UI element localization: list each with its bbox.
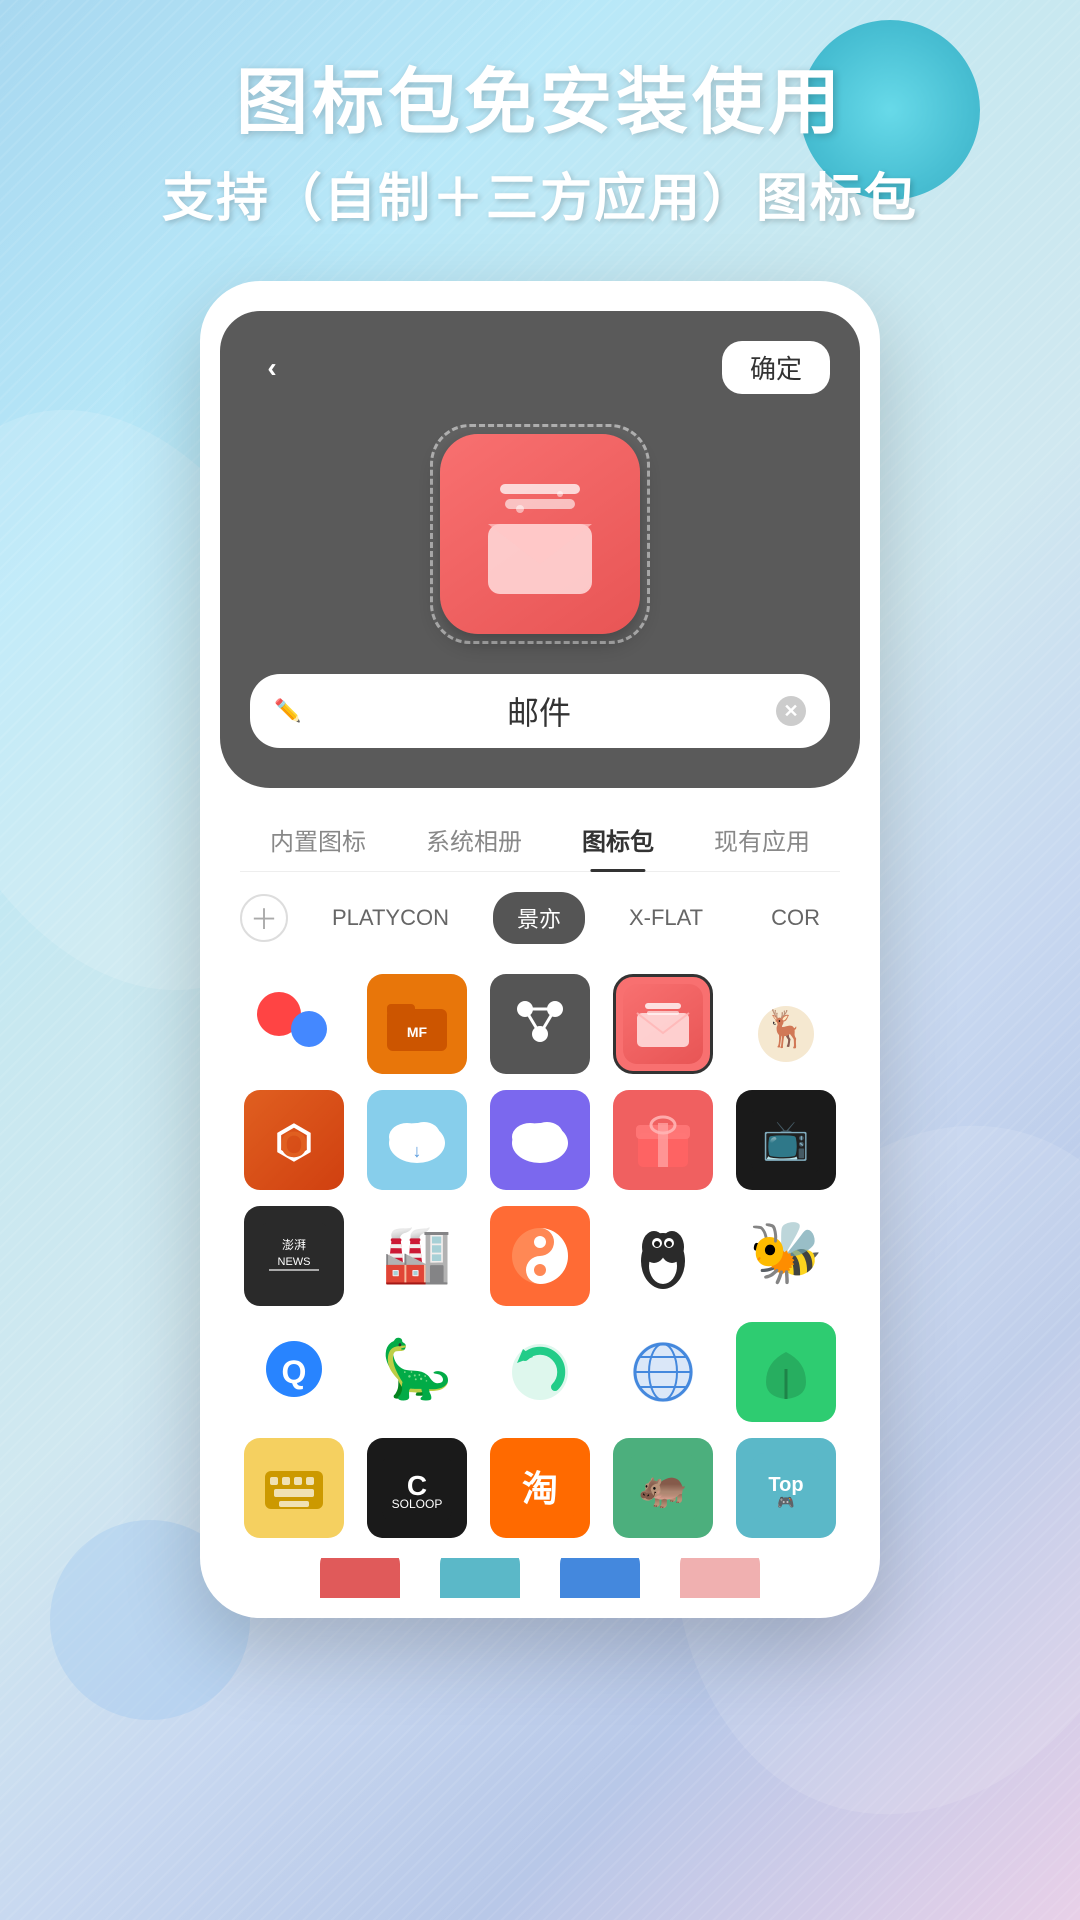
svg-text:Q: Q [281,1354,306,1390]
svg-text:🦕: 🦕 [381,1336,453,1402]
svg-text:🦌: 🦌 [764,1008,809,1049]
icon-red-gift[interactable] [613,1090,713,1190]
icon-top-game[interactable]: Top 🎮 [736,1438,836,1538]
svg-text:📺: 📺 [763,1120,810,1162]
svg-text:NEWS: NEWS [277,1256,310,1268]
confirm-button[interactable]: 确定 [722,341,830,394]
back-button[interactable]: ‹ [250,346,294,390]
icon-app-store-dark[interactable]: 📺 [736,1090,836,1190]
icon-orange-folder[interactable]: MF [367,974,467,1074]
icon-cloud-blue[interactable]: ↓ [367,1090,467,1190]
app-name-label: 邮件 [318,688,760,734]
svg-text:🏭: 🏭 [382,1222,452,1286]
svg-text:澎湃: 澎湃 [282,1238,306,1252]
icon-taichi[interactable] [490,1206,590,1306]
title-sub: 支持（自制＋三方应用）图标包 [162,156,918,231]
icon-keyboard[interactable] [244,1438,344,1538]
icon-news-dark[interactable]: 澎湃 NEWS [244,1206,344,1306]
mail-icon-bg [440,434,640,634]
tab-builtin[interactable]: 内置图标 [260,808,376,871]
bottom-icon-3 [560,1558,640,1598]
icon-office[interactable]: ⬡ O [244,1090,344,1190]
bottom-partial-row [220,1558,860,1598]
tabs-section: 内置图标 系统相册 图标包 现有应用 [220,788,860,872]
nav-row: ‹ 确定 [250,341,830,394]
svg-text:Top: Top [769,1474,804,1496]
clear-icon[interactable]: ✕ [776,696,806,726]
icon-blue-q[interactable]: Q [244,1322,344,1422]
filter-platycon[interactable]: PLATYCON [308,895,473,941]
icon-preview [250,424,830,644]
icon-hippo[interactable]: 🦛 [613,1438,713,1538]
filter-jingyi[interactable]: 景亦 [493,892,585,944]
edit-icon: ✏️ [274,697,302,725]
tab-album[interactable]: 系统相册 [416,808,532,871]
icon-red-mail-selected[interactable] [613,974,713,1074]
name-input-row[interactable]: ✏️ 邮件 ✕ [250,674,830,748]
svg-text:🦛: 🦛 [638,1466,688,1510]
icon-dark-nodes[interactable] [490,974,590,1074]
icon-leaf[interactable] [736,1322,836,1422]
svg-text:SOLOOP: SOLOOP [391,1497,442,1511]
title-main: 图标包免安装使用 [236,60,844,146]
page-content: 图标包免安装使用 支持（自制＋三方应用）图标包 ‹ 确定 [0,0,1080,1618]
svg-text:🎮: 🎮 [778,1494,795,1510]
icons-grid: MF [220,964,860,1558]
icon-preview-inner [430,424,650,644]
bottom-icon-2 [440,1558,520,1598]
filter-cor[interactable]: COR [747,895,844,941]
filter-xflat[interactable]: X-FLAT [605,895,727,941]
bottom-icon-1 [320,1558,400,1598]
tabs-row: 内置图标 系统相册 图标包 现有应用 [240,808,840,872]
svg-text:淘: 淘 [522,1468,558,1509]
icon-earth-globe[interactable] [613,1322,713,1422]
filter-row: ＋ PLATYCON 景亦 X-FLAT COR [220,872,860,964]
mail-svg-icon [470,469,610,599]
bottom-icon-4 [680,1558,760,1598]
icon-refresh-green[interactable] [490,1322,590,1422]
icon-c-soloop[interactable]: C SOLOOP [367,1438,467,1538]
phone-mockup: ‹ 确定 [200,281,880,1618]
icon-taobao[interactable]: 淘 [490,1438,590,1538]
icon-factory[interactable]: 🏭 [367,1206,467,1306]
tab-existing[interactable]: 现有应用 [704,808,820,871]
filter-add-button[interactable]: ＋ [240,894,288,942]
icon-cloud-purple[interactable] [490,1090,590,1190]
icon-dinosaur[interactable]: 🦕 [367,1322,467,1422]
svg-text:↓: ↓ [412,1141,421,1161]
mail-icon-content [470,469,610,599]
svg-text:O: O [280,1124,308,1165]
icon-penguin[interactable] [613,1206,713,1306]
svg-text:🐝: 🐝 [749,1219,824,1287]
svg-text:MF: MF [407,1024,428,1040]
tab-iconpack[interactable]: 图标包 [572,808,664,871]
icon-red-dots[interactable] [244,974,344,1074]
phone-header: ‹ 确定 [220,311,860,788]
icon-moose[interactable]: 🦌 [736,974,836,1074]
icon-gold-bee[interactable]: 🐝 [736,1206,836,1306]
